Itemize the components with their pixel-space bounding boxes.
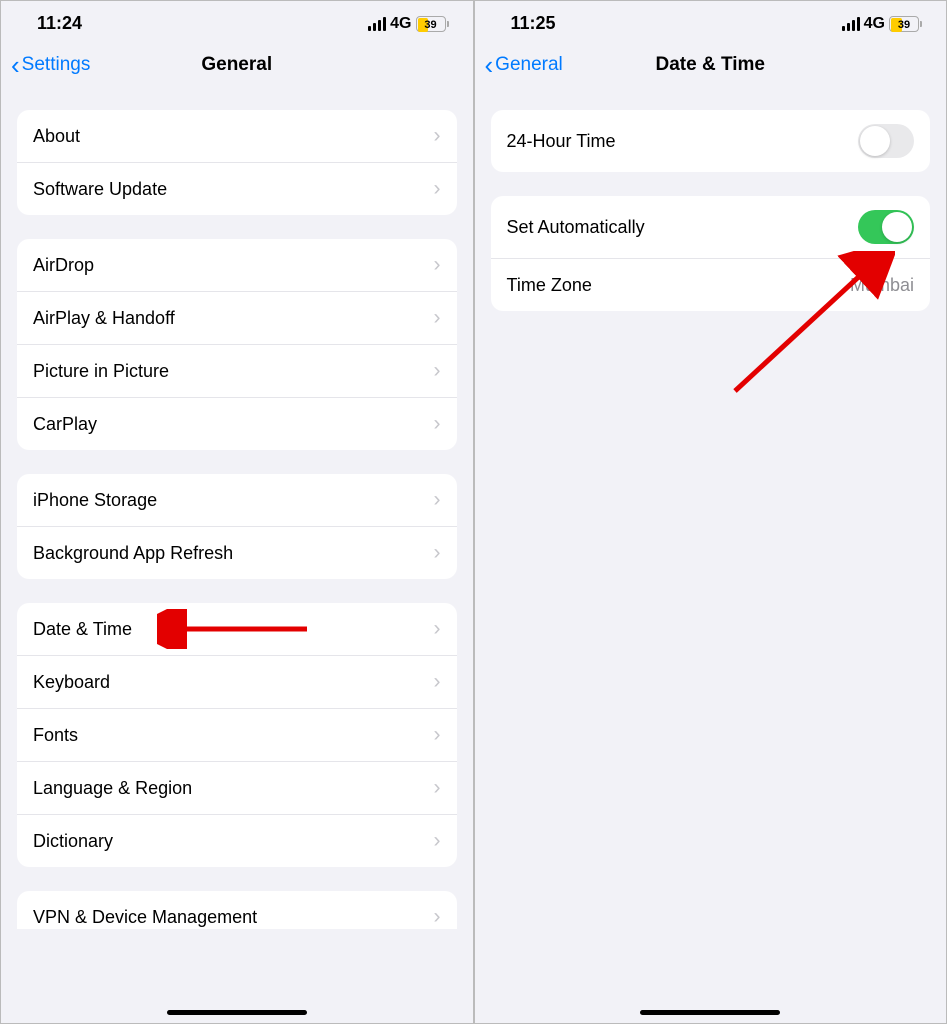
row-label: Software Update [33,179,167,200]
row-label: Language & Region [33,778,192,799]
chevron-left-icon: ‹ [485,52,494,78]
phone-general: 11:24 4G 39 ‹ Settings General About › S… [0,0,474,1024]
chevron-right-icon: › [434,412,441,436]
cellular-signal-icon [842,17,860,31]
toggle-set-automatically[interactable] [858,210,914,244]
row-fonts[interactable]: Fonts › [17,709,457,762]
row-label: Dictionary [33,831,113,852]
annotation-arrow-icon [157,609,317,649]
settings-group: 24-Hour Time [491,110,931,172]
back-label: Settings [22,54,91,76]
chevron-right-icon: › [434,723,441,747]
row-24-hour-time: 24-Hour Time [491,110,931,172]
status-right: 4G 39 [842,15,922,33]
chevron-right-icon: › [434,905,441,929]
settings-group: About › Software Update › [17,110,457,215]
chevron-right-icon: › [434,670,441,694]
row-software-update[interactable]: Software Update › [17,163,457,215]
chevron-right-icon: › [434,253,441,277]
row-value: Mumbai [850,275,914,296]
battery-icon: 39 [889,16,922,32]
back-button[interactable]: ‹ General [485,52,563,78]
status-bar: 11:24 4G 39 [1,1,473,40]
nav-bar: ‹ Settings General [1,40,473,92]
row-time-zone[interactable]: Time Zone Mumbai [491,259,931,311]
status-bar: 11:25 4G 39 [475,1,947,40]
battery-icon: 39 [416,16,449,32]
settings-group-cutoff: VPN & Device Management › [17,891,457,929]
chevron-right-icon: › [434,488,441,512]
row-label: AirPlay & Handoff [33,308,175,329]
content-scroll[interactable]: About › Software Update › AirDrop › AirP… [1,92,473,929]
row-set-automatically: Set Automatically [491,196,931,259]
settings-group: Set Automatically Time Zone Mumbai [491,196,931,311]
network-type: 4G [864,15,885,33]
phone-date-time: 11:25 4G 39 ‹ General Date & Time 24-Hou… [474,0,947,1024]
chevron-right-icon: › [434,617,441,641]
row-label: Keyboard [33,672,110,693]
row-about[interactable]: About › [17,110,457,163]
row-label: Date & Time [33,619,132,640]
row-dictionary[interactable]: Dictionary › [17,815,457,867]
chevron-right-icon: › [434,541,441,565]
status-time: 11:25 [511,13,556,34]
settings-group: iPhone Storage › Background App Refresh … [17,474,457,579]
chevron-right-icon: › [434,177,441,201]
row-label: About [33,126,80,147]
row-label: Picture in Picture [33,361,169,382]
settings-group: Date & Time › Keyboard › Fonts › Languag… [17,603,457,867]
row-label: VPN & Device Management [33,907,257,928]
row-label: Background App Refresh [33,543,233,564]
nav-bar: ‹ General Date & Time [475,40,947,92]
row-label: CarPlay [33,414,97,435]
row-date-time[interactable]: Date & Time › [17,603,457,656]
row-label: Set Automatically [507,217,645,238]
cellular-signal-icon [368,17,386,31]
chevron-right-icon: › [434,829,441,853]
network-type: 4G [390,15,411,33]
content-scroll[interactable]: 24-Hour Time Set Automatically Time Zone… [475,92,947,311]
row-airdrop[interactable]: AirDrop › [17,239,457,292]
row-label: Fonts [33,725,78,746]
status-right: 4G 39 [368,15,448,33]
back-label: General [495,54,563,76]
row-keyboard[interactable]: Keyboard › [17,656,457,709]
chevron-right-icon: › [434,306,441,330]
row-picture-in-picture[interactable]: Picture in Picture › [17,345,457,398]
home-indicator[interactable] [640,1010,780,1015]
home-indicator[interactable] [167,1010,307,1015]
row-language-region[interactable]: Language & Region › [17,762,457,815]
chevron-left-icon: ‹ [11,52,20,78]
chevron-right-icon: › [434,776,441,800]
row-label: Time Zone [507,275,592,296]
toggle-24-hour-time[interactable] [858,124,914,158]
settings-group: AirDrop › AirPlay & Handoff › Picture in… [17,239,457,450]
status-time: 11:24 [37,13,82,34]
chevron-right-icon: › [434,359,441,383]
chevron-right-icon: › [434,124,441,148]
row-label: iPhone Storage [33,490,157,511]
row-label: AirDrop [33,255,94,276]
back-button[interactable]: ‹ Settings [11,52,90,78]
row-background-app-refresh[interactable]: Background App Refresh › [17,527,457,579]
row-vpn-device-management[interactable]: VPN & Device Management › [17,891,457,929]
row-iphone-storage[interactable]: iPhone Storage › [17,474,457,527]
row-carplay[interactable]: CarPlay › [17,398,457,450]
row-label: 24-Hour Time [507,131,616,152]
row-airplay-handoff[interactable]: AirPlay & Handoff › [17,292,457,345]
